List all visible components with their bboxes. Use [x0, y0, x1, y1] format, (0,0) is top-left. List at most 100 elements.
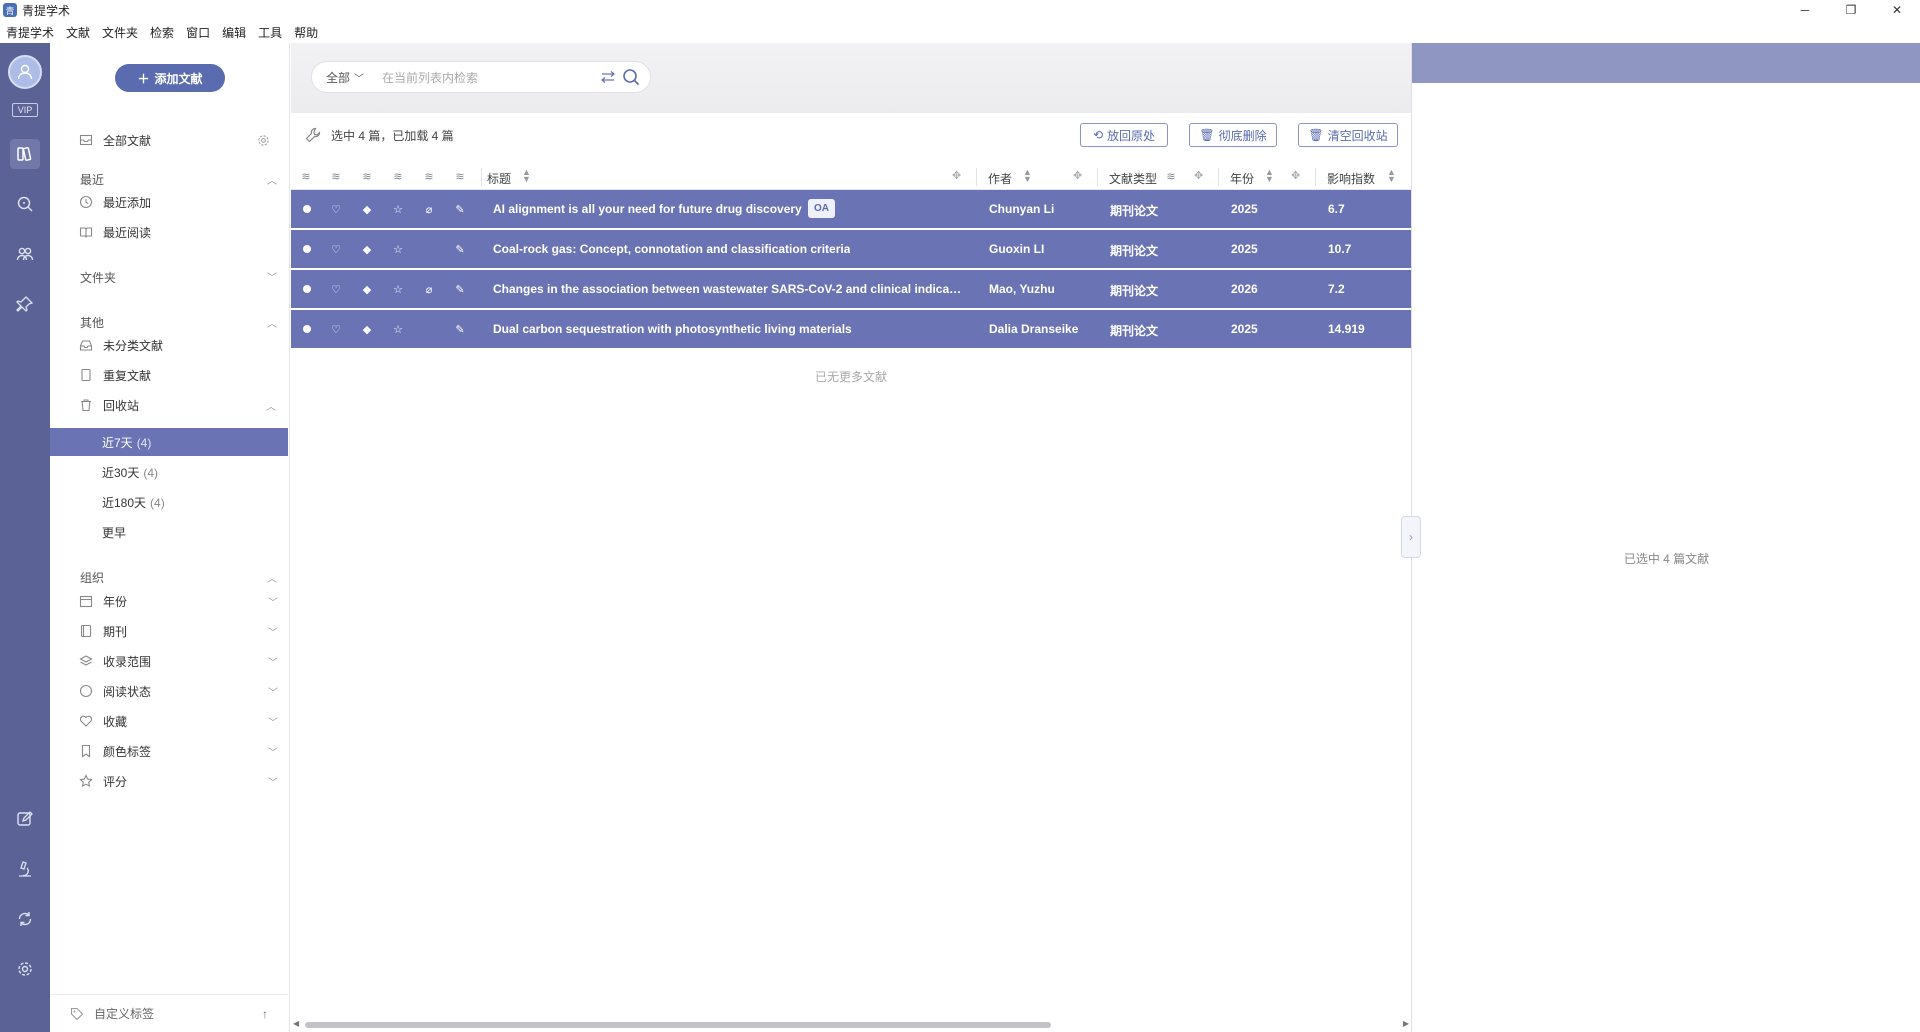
close-button[interactable]: ✕	[1874, 0, 1920, 20]
column-header-year[interactable]: 年份	[1230, 170, 1254, 187]
edit-icon[interactable]: ✎	[453, 242, 467, 256]
chevron-down-icon[interactable]: ﹀	[268, 594, 278, 609]
sidebar-item-journal[interactable]: 期刊 ﹀	[50, 618, 288, 644]
sidebar-item-read-status[interactable]: 阅读状态 ﹀	[50, 678, 288, 704]
sort-icon[interactable]: ▲ ▼	[522, 168, 531, 184]
filter-icon[interactable]	[600, 69, 616, 85]
tag-icon[interactable]: ◆	[360, 242, 374, 256]
attachment-icon[interactable]: ⌀	[422, 202, 436, 216]
gear-icon[interactable]	[257, 134, 270, 147]
table-row[interactable]: ♡ ◆ ☆ ✎ Dual carbon sequestration with p…	[291, 310, 1411, 348]
attachment-icon[interactable]: ⌀	[422, 282, 436, 296]
heart-icon[interactable]: ♡	[329, 242, 343, 256]
microscope-icon[interactable]	[10, 854, 40, 884]
search-scope-select[interactable]: 全部 ﹀	[326, 69, 364, 86]
edit-icon[interactable]: ✎	[453, 282, 467, 296]
sort-icon[interactable]: ▲ ▼	[1265, 168, 1274, 184]
chevron-down-icon[interactable]: ﹀	[268, 714, 278, 729]
column-header-author[interactable]: 作者	[988, 170, 1012, 187]
layers-icon[interactable]: ≋	[360, 169, 374, 183]
menu-window[interactable]: 窗口	[186, 24, 210, 41]
tag-icon[interactable]: ◆	[360, 322, 374, 336]
menu-app[interactable]: 青提学术	[6, 24, 54, 41]
add-document-button[interactable]: ＋ 添加文献	[115, 64, 225, 92]
section-recent[interactable]: 最近	[80, 171, 104, 188]
chevron-down-icon[interactable]: ﹀	[268, 624, 278, 639]
read-status-icon[interactable]	[303, 245, 311, 253]
sidebar-item-color-tags[interactable]: 颜色标签 ﹀	[50, 738, 288, 764]
chevron-up-icon[interactable]: ︿	[267, 570, 277, 585]
sidebar-item-all-docs[interactable]: 全部文献	[50, 127, 288, 153]
avatar[interactable]	[8, 55, 42, 89]
layers-icon[interactable]: ≋	[329, 169, 343, 183]
sidebar-item-recent-read[interactable]: 最近阅读	[50, 219, 288, 245]
star-icon[interactable]: ☆	[391, 242, 405, 256]
chevron-up-icon[interactable]: ︿	[267, 315, 277, 330]
settings-icon[interactable]	[10, 954, 40, 984]
layers-icon[interactable]: ≋	[299, 169, 313, 183]
read-status-icon[interactable]	[303, 325, 311, 333]
sort-icon[interactable]: ▲ ▼	[1387, 168, 1396, 184]
people-icon[interactable]	[10, 239, 40, 269]
column-header-impact[interactable]: 影响指数	[1327, 170, 1375, 187]
tag-icon[interactable]: ◆	[360, 202, 374, 216]
layers-icon[interactable]: ≋	[1164, 169, 1178, 183]
edit-icon[interactable]: ✎	[453, 202, 467, 216]
trash-7-days[interactable]: 近7天 (4)	[50, 428, 288, 456]
read-status-icon[interactable]	[303, 285, 311, 293]
row-title[interactable]: Coal-rock gas: Concept, connotation and …	[493, 242, 850, 256]
move-icon[interactable]: ✥	[1194, 169, 1203, 182]
row-title[interactable]: AI alignment is all your need for future…	[493, 202, 802, 216]
chevron-down-icon[interactable]: ﹀	[268, 744, 278, 759]
custom-tags-bar[interactable]: 自定义标签 ↑	[50, 994, 288, 1032]
column-header-type[interactable]: 文献类型	[1109, 170, 1157, 187]
chevron-up-icon[interactable]: ︿	[267, 172, 277, 187]
minimize-button[interactable]: ─	[1782, 0, 1828, 20]
sidebar-item-duplicates[interactable]: 重复文献	[50, 362, 288, 388]
scroll-left-icon[interactable]: ◀	[293, 1019, 299, 1028]
chevron-down-icon[interactable]: ﹀	[268, 654, 278, 669]
move-icon[interactable]: ✥	[1291, 169, 1300, 182]
trash-earlier[interactable]: 更早	[50, 518, 288, 546]
sidebar-item-unclassified[interactable]: 未分类文献	[50, 332, 288, 358]
chevron-down-icon[interactable]: ﹀	[268, 684, 278, 699]
sidebar-item-year[interactable]: 年份 ﹀	[50, 588, 288, 614]
menu-docs[interactable]: 文献	[66, 24, 90, 41]
menu-tools[interactable]: 工具	[258, 24, 282, 41]
empty-trash-button[interactable]: 🗑 清空回收站	[1298, 123, 1398, 147]
star-icon[interactable]: ☆	[391, 282, 405, 296]
tag-icon[interactable]: ◆	[360, 282, 374, 296]
column-header-title[interactable]: 标题	[487, 170, 511, 187]
search-box[interactable]: 全部 ﹀ 在当前列表内检索	[311, 61, 651, 93]
menu-edit[interactable]: 编辑	[222, 24, 246, 41]
sidebar-item-rating[interactable]: 评分 ﹀	[50, 768, 288, 794]
move-icon[interactable]: ✥	[1073, 169, 1082, 182]
move-icon[interactable]: ✥	[952, 169, 961, 182]
restore-button[interactable]: ⟲ 放回原处	[1080, 123, 1168, 147]
read-status-icon[interactable]	[303, 205, 311, 213]
panel-toggle-handle[interactable]: ›	[1401, 516, 1421, 558]
heart-icon[interactable]: ♡	[329, 202, 343, 216]
search-icon[interactable]	[622, 68, 640, 86]
row-title[interactable]: Changes in the association between waste…	[493, 282, 963, 296]
scrollbar-thumb[interactable]	[305, 1022, 1051, 1028]
section-other[interactable]: 其他	[80, 314, 104, 331]
table-row[interactable]: ♡ ◆ ☆ ⌀ ✎ Changes in the association bet…	[291, 270, 1411, 308]
section-folders[interactable]: 文件夹	[80, 269, 116, 286]
edit-icon[interactable]: ✎	[453, 322, 467, 336]
star-icon[interactable]: ☆	[391, 202, 405, 216]
layers-icon[interactable]: ≋	[422, 169, 436, 183]
library-icon[interactable]	[10, 139, 40, 169]
maximize-button[interactable]: ❐	[1828, 0, 1874, 20]
layers-icon[interactable]: ≋	[391, 169, 405, 183]
trash-30-days[interactable]: 近30天 (4)	[50, 458, 288, 486]
pin-icon[interactable]	[10, 289, 40, 319]
menu-search[interactable]: 检索	[150, 24, 174, 41]
trash-180-days[interactable]: 近180天 (4)	[50, 488, 288, 516]
search-icon[interactable]	[10, 189, 40, 219]
section-organize[interactable]: 组织	[80, 569, 104, 586]
table-row[interactable]: ♡ ◆ ☆ ✎ Coal-rock gas: Concept, connotat…	[291, 230, 1411, 268]
row-title[interactable]: Dual carbon sequestration with photosynt…	[493, 322, 852, 336]
sidebar-item-index-scope[interactable]: 收录范围 ﹀	[50, 648, 288, 674]
sidebar-item-favorites[interactable]: 收藏 ﹀	[50, 708, 288, 734]
